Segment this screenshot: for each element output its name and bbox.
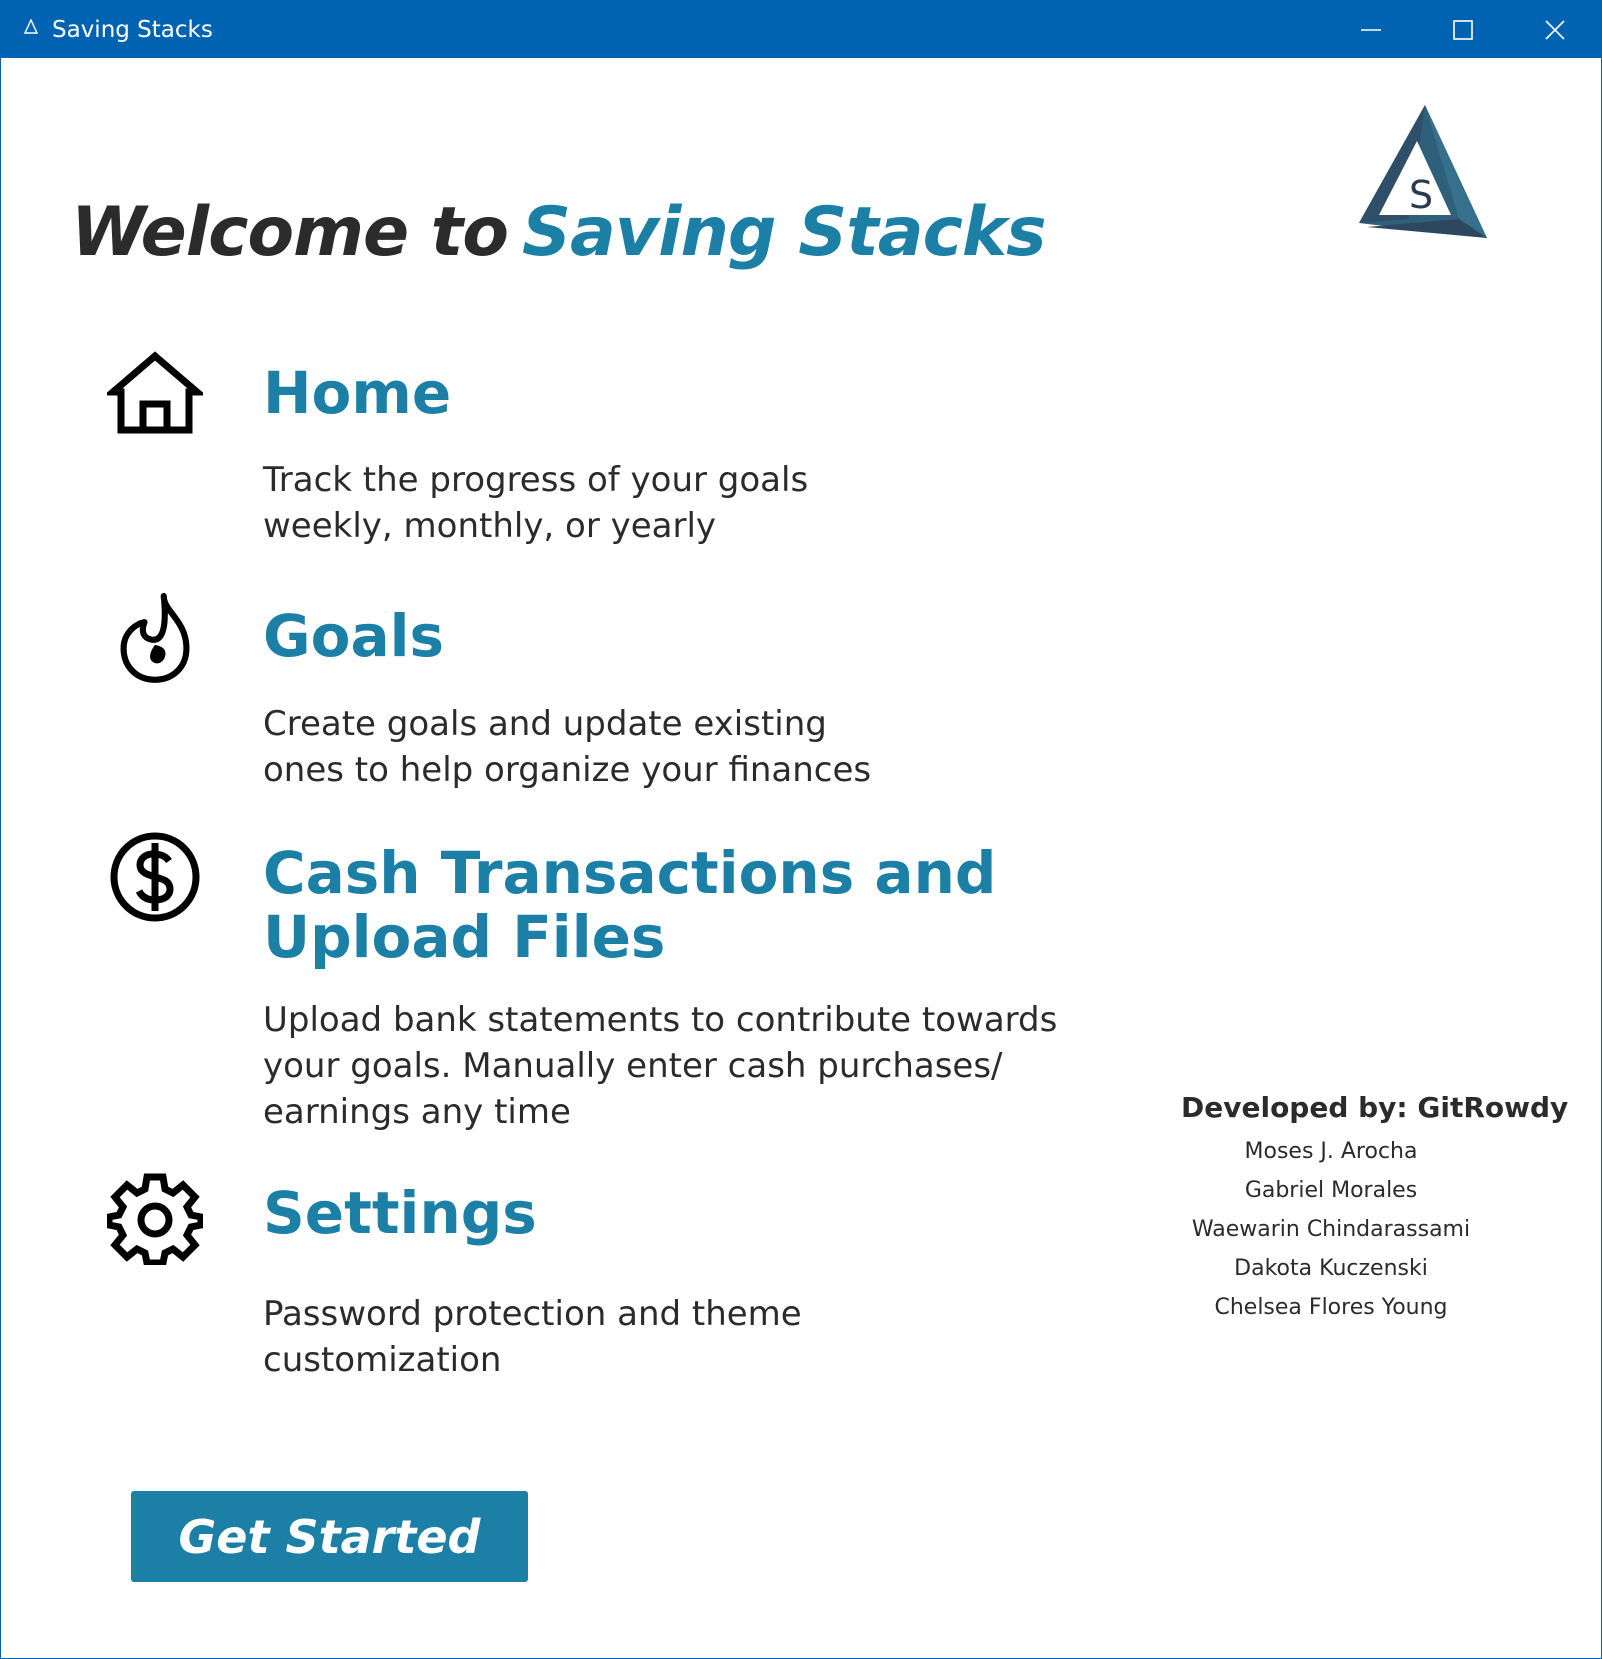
title-bar[interactable]: Saving Stacks: [1, 1, 1601, 58]
feature-desc-line: Upload bank statements to contribute tow…: [263, 1000, 1058, 1040]
feature-desc-line: earnings any time: [263, 1092, 571, 1132]
minimize-icon: [1361, 28, 1381, 31]
logo-letter: S: [1409, 173, 1433, 217]
developers-heading: Developed by: GitRowdy: [1181, 1091, 1569, 1124]
app-window: Saving Stacks Welcome toSaving Stacks S: [0, 0, 1602, 1659]
app-logo-icon: [23, 19, 39, 34]
feature-desc-line: your goals. Manually enter cash purchase…: [263, 1046, 1003, 1086]
feature-title-settings: Settings: [263, 1179, 537, 1247]
saving-stacks-logo: S: [1359, 105, 1487, 238]
flame-icon: [120, 592, 190, 683]
feature-title-cash: Cash Transactions and Upload Files: [263, 841, 996, 969]
minimize-button[interactable]: [1325, 1, 1417, 58]
feature-title-line: Cash Transactions and: [263, 839, 997, 907]
close-icon: [1545, 19, 1565, 40]
feature-desc-line: customization: [263, 1340, 502, 1380]
feature-title-line: Upload Files: [263, 903, 666, 971]
developer-name: Gabriel Morales: [1244, 1178, 1418, 1203]
window-title: Saving Stacks: [52, 17, 213, 43]
maximize-button[interactable]: [1417, 1, 1509, 58]
feature-desc-goals: Create goals and update existing ones to…: [263, 701, 871, 793]
page-title: Welcome to Saving Stacks: [71, 193, 1047, 272]
feature-title-goals: Goals: [263, 602, 444, 670]
feature-desc-line: ones to help organize your finances: [263, 750, 872, 790]
gear-icon: [107, 1173, 203, 1265]
close-button[interactable]: [1509, 1, 1601, 58]
feature-desc-home: Track the progress of your goals weekly,…: [263, 457, 808, 549]
feature-desc-line: Create goals and update existing: [263, 704, 827, 744]
developers-section: Developed by: GitRowdy Moses J. Arocha G…: [1181, 1091, 1569, 1327]
feature-desc-cash: Upload bank statements to contribute tow…: [263, 997, 1057, 1135]
developers-list: Moses J. Arocha Gabriel Morales Waewarin…: [1181, 1132, 1481, 1327]
feature-desc-line: Password protection and theme: [263, 1294, 802, 1334]
feature-desc-settings: Password protection and theme customizat…: [263, 1291, 802, 1383]
app-name: Saving Stacks: [521, 193, 1047, 272]
feature-desc-line: weekly, monthly, or yearly: [263, 506, 717, 546]
welcome-prefix: Welcome to: [71, 193, 509, 272]
developer-name: Waewarin Chindarassami: [1191, 1217, 1471, 1242]
dollar-icon: [110, 832, 200, 922]
get-started-button[interactable]: Get Started: [131, 1491, 528, 1582]
feature-desc-line: Track the progress of your goals: [263, 460, 809, 500]
maximize-icon: [1453, 19, 1473, 40]
developer-name: Chelsea Flores Young: [1214, 1295, 1448, 1320]
developer-name: Dakota Kuczenski: [1234, 1256, 1428, 1281]
home-icon: [107, 351, 203, 434]
developer-name: Moses J. Arocha: [1244, 1139, 1418, 1164]
feature-title-home: Home: [263, 359, 452, 427]
